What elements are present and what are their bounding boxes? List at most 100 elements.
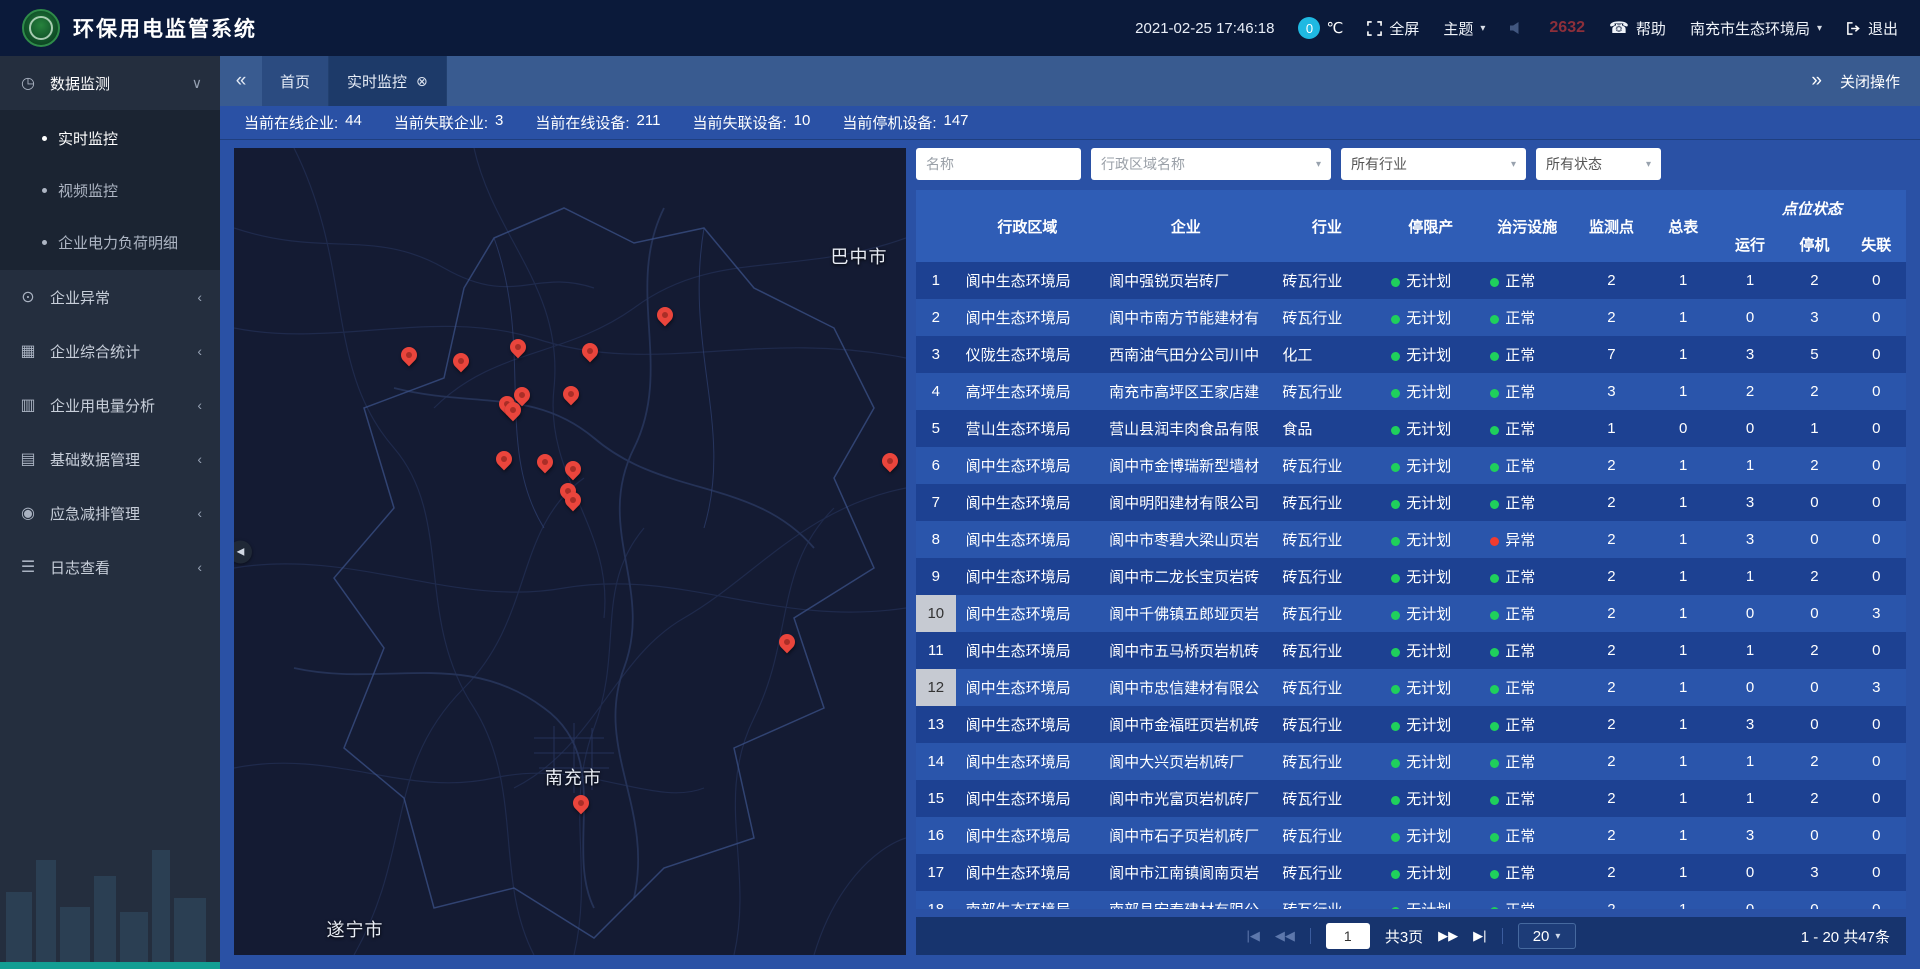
table-row[interactable]: 17阆中生态环境局阆中市江南镇阆南页岩砖瓦行业无计划正常21030 xyxy=(916,854,1906,891)
industry-filter-select[interactable]: 所有行业 ▾ xyxy=(1341,148,1526,180)
map-pin[interactable] xyxy=(779,634,795,650)
row-index: 7 xyxy=(916,484,956,521)
info-circle-icon: ⊙ xyxy=(18,287,38,307)
cell-industry: 砖瓦行业 xyxy=(1272,595,1381,632)
table-row[interactable]: 15阆中生态环境局阆中市光富页岩机砖厂砖瓦行业无计划正常21120 xyxy=(916,780,1906,817)
map-pin[interactable] xyxy=(505,402,521,418)
tab-home[interactable]: 首页 xyxy=(262,56,329,106)
pagination-bar: |◀ ◀◀ 共3页 ▶▶ ▶| 20 ▾ 1 - 20 共47条 xyxy=(916,917,1906,955)
facility-text: 正常 xyxy=(1505,458,1535,475)
table-row[interactable]: 13阆中生态环境局阆中市金福旺页岩机砖砖瓦行业无计划正常21300 xyxy=(916,706,1906,743)
cell-industry: 砖瓦行业 xyxy=(1272,706,1381,743)
sidebar-item-power-load-detail[interactable]: 企业电力负荷明细 xyxy=(0,216,220,268)
sidebar-submenu: 实时监控视频监控企业电力负荷明细 xyxy=(0,110,220,270)
sidebar-section-enterprise-abnormal[interactable]: ⊙企业异常‹ xyxy=(0,270,220,324)
facility-text: 正常 xyxy=(1505,902,1535,909)
table-row[interactable]: 12阆中生态环境局阆中市忠信建材有限公砖瓦行业无计划正常21003 xyxy=(916,669,1906,706)
close-operations-button[interactable]: 关闭操作 xyxy=(1840,71,1900,92)
status-dot-icon xyxy=(1490,352,1499,361)
cell-company: 阆中市五马桥页岩机砖 xyxy=(1099,632,1272,669)
table-row[interactable]: 8阆中生态环境局阆中市枣碧大梁山页岩砖瓦行业无计划异常21300 xyxy=(916,521,1906,558)
logout-button[interactable]: 退出 xyxy=(1846,18,1898,39)
map-panel[interactable]: ◀ 巴中市南充市遂宁市 xyxy=(234,148,906,955)
sidebar-section-log-view[interactable]: ☰日志查看‹ xyxy=(0,540,220,594)
sidebar-section-enterprise-statistics[interactable]: ▦企业综合统计‹ xyxy=(0,324,220,378)
close-tab-icon[interactable]: ⊗ xyxy=(416,73,428,90)
map-pin[interactable] xyxy=(582,343,598,359)
status-dot-icon xyxy=(1490,463,1499,472)
table-row[interactable]: 18南部生态环境局南部县宏泰建材有限公砖瓦行业无计划正常21000 xyxy=(916,891,1906,909)
map-pin[interactable] xyxy=(573,795,589,811)
status-filter-select[interactable]: 所有状态 ▾ xyxy=(1536,148,1661,180)
prev-page-button[interactable]: ◀◀ xyxy=(1275,928,1295,944)
first-page-button[interactable]: |◀ xyxy=(1246,928,1259,944)
map-pin[interactable] xyxy=(565,492,581,508)
map-pin[interactable] xyxy=(401,347,417,363)
status-dot-icon xyxy=(1391,574,1400,583)
stat-value: 147 xyxy=(944,112,969,133)
cell-limit-production: 无计划 xyxy=(1381,558,1480,595)
row-index: 17 xyxy=(916,854,956,891)
status-dot-icon xyxy=(1391,500,1400,509)
table-row[interactable]: 16阆中生态环境局阆中市石子页岩机砖厂砖瓦行业无计划正常21300 xyxy=(916,817,1906,854)
mute-button[interactable] xyxy=(1509,21,1525,35)
limit-text: 无计划 xyxy=(1406,273,1451,290)
map-pin[interactable] xyxy=(563,386,579,402)
sidebar-section-base-data[interactable]: ▤基础数据管理‹ xyxy=(0,432,220,486)
fullscreen-button[interactable]: 全屏 xyxy=(1367,18,1419,39)
pin-icon xyxy=(776,631,799,654)
sidebar-section-emergency-reduction[interactable]: ◉应急减排管理‹ xyxy=(0,486,220,540)
theme-dropdown[interactable]: 主题 ▾ xyxy=(1443,18,1485,39)
status-dot-icon xyxy=(1490,500,1499,509)
tab-realtime-monitor[interactable]: 实时监控⊗ xyxy=(329,56,447,106)
table-row[interactable]: 4高坪生态环境局南充市高坪区王家店建砖瓦行业无计划正常31220 xyxy=(916,373,1906,410)
cell-pollution-facility: 正常 xyxy=(1480,595,1574,632)
table-row[interactable]: 2阆中生态环境局阆中市南方节能建材有砖瓦行业无计划正常21030 xyxy=(916,299,1906,336)
sidebar-section-power-usage-analysis[interactable]: ▥企业用电量分析‹ xyxy=(0,378,220,432)
cell-disconnected: 0 xyxy=(1847,336,1906,373)
cell-monitor-points: 2 xyxy=(1574,558,1648,595)
scroll-tabs-right-button[interactable]: » xyxy=(1811,70,1822,92)
table-row[interactable]: 1阆中生态环境局阆中强锐页岩砖厂砖瓦行业无计划正常21120 xyxy=(916,262,1906,299)
cell-limit-production: 无计划 xyxy=(1381,706,1480,743)
region-filter-select[interactable]: 行政区域名称 ▾ xyxy=(1091,148,1331,180)
sidebar-item-video-monitor[interactable]: 视频监控 xyxy=(0,164,220,216)
org-dropdown[interactable]: 南充市生态环境局 ▾ xyxy=(1690,18,1822,39)
stat-label: 当前失联设备: xyxy=(692,112,786,133)
table-row[interactable]: 3仪陇生态环境局西南油气田分公司川中化工无计划正常71350 xyxy=(916,336,1906,373)
cell-disconnected: 0 xyxy=(1847,447,1906,484)
sidebar-section-data-monitor[interactable]: ◷数据监测∨ xyxy=(0,56,220,110)
table-row[interactable]: 11阆中生态环境局阆中市五马桥页岩机砖砖瓦行业无计划正常21120 xyxy=(916,632,1906,669)
map-pin[interactable] xyxy=(565,461,581,477)
next-page-button[interactable]: ▶▶ xyxy=(1438,928,1458,944)
table-row[interactable]: 9阆中生态环境局阆中市二龙长宝页岩砖砖瓦行业无计划正常21120 xyxy=(916,558,1906,595)
row-index: 2 xyxy=(916,299,956,336)
map-pin[interactable] xyxy=(510,339,526,355)
cell-monitor-points: 2 xyxy=(1574,299,1648,336)
cell-disconnected: 0 xyxy=(1847,891,1906,909)
sidebar: ◷数据监测∨实时监控视频监控企业电力负荷明细⊙企业异常‹▦企业综合统计‹▥企业用… xyxy=(0,56,220,969)
table-row[interactable]: 5营山生态环境局营山县润丰肉食品有限食品无计划正常10010 xyxy=(916,410,1906,447)
cell-pollution-facility: 正常 xyxy=(1480,558,1574,595)
cell-monitor-points: 7 xyxy=(1574,336,1648,373)
map-pin[interactable] xyxy=(657,307,673,323)
map-pin[interactable] xyxy=(496,451,512,467)
table-row[interactable]: 6阆中生态环境局阆中市金博瑞新型墙材砖瓦行业无计划正常21120 xyxy=(916,447,1906,484)
table-row[interactable]: 10阆中生态环境局阆中千佛镇五郎垭页岩砖瓦行业无计划正常21003 xyxy=(916,595,1906,632)
map-pin[interactable] xyxy=(537,454,553,470)
map-pin[interactable] xyxy=(882,453,898,469)
sidebar-item-realtime-monitor[interactable]: 实时监控 xyxy=(0,112,220,164)
last-page-button[interactable]: ▶| xyxy=(1473,928,1486,944)
pin-icon xyxy=(579,340,602,363)
status-dot-icon xyxy=(1490,907,1499,909)
cell-running: 0 xyxy=(1718,595,1782,632)
pin-icon xyxy=(654,304,677,327)
scroll-tabs-left-button[interactable]: « xyxy=(220,56,262,106)
map-pin[interactable] xyxy=(453,353,469,369)
table-row[interactable]: 14阆中生态环境局阆中大兴页岩机砖厂砖瓦行业无计划正常21120 xyxy=(916,743,1906,780)
page-size-select[interactable]: 20 ▾ xyxy=(1518,923,1576,949)
help-button[interactable]: ☎ 帮助 xyxy=(1609,18,1666,39)
name-filter-input[interactable] xyxy=(916,148,1081,180)
table-row[interactable]: 7阆中生态环境局阆中明阳建材有限公司砖瓦行业无计划正常21300 xyxy=(916,484,1906,521)
page-number-input[interactable] xyxy=(1326,923,1370,949)
